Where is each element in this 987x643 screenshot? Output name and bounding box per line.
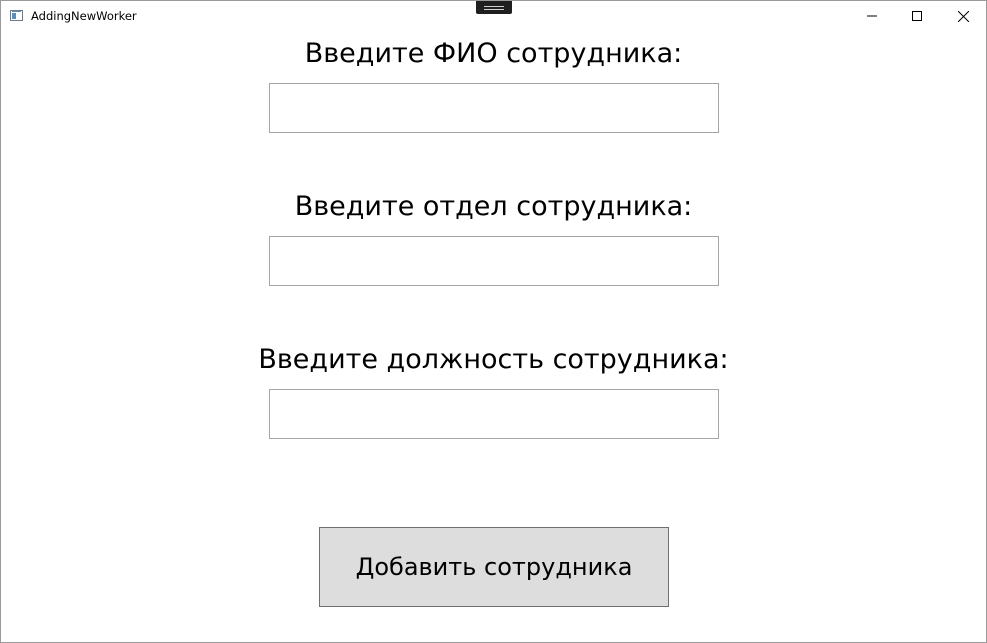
maximize-button[interactable] (894, 1, 940, 31)
drag-handle-line (484, 9, 504, 10)
app-window: AddingNewWorker Введите ФИО сотрудника: … (0, 0, 987, 643)
fio-input[interactable] (269, 83, 719, 133)
drag-handle-icon[interactable] (476, 1, 512, 14)
department-label: Введите отдел сотрудника: (294, 191, 693, 222)
window-title: AddingNewWorker (31, 9, 137, 23)
position-label: Введите должность сотрудника: (258, 344, 729, 375)
drag-handle-line (484, 6, 504, 7)
position-input[interactable] (269, 389, 719, 439)
add-worker-button[interactable]: Добавить сотрудника (319, 527, 669, 607)
maximize-icon (912, 11, 922, 21)
minimize-icon (867, 15, 877, 17)
title-bar[interactable]: AddingNewWorker (1, 1, 986, 31)
app-window-icon (10, 10, 23, 21)
minimize-button[interactable] (849, 1, 895, 31)
department-input[interactable] (269, 236, 719, 286)
close-button[interactable] (940, 1, 986, 31)
fio-label: Введите ФИО сотрудника: (304, 38, 683, 69)
close-icon (958, 11, 969, 22)
